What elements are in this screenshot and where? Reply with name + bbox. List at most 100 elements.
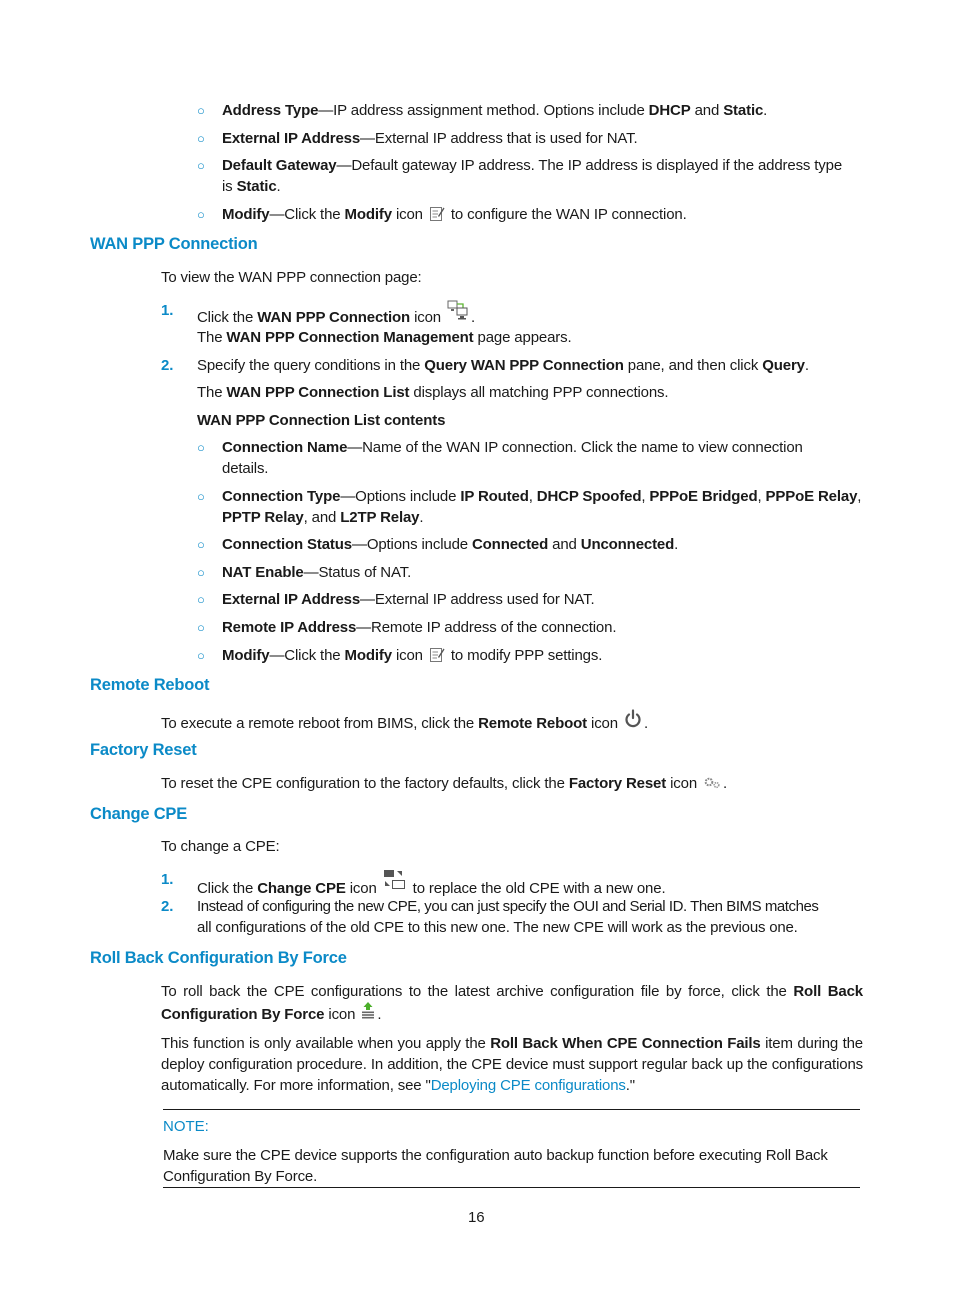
punct: .	[674, 536, 679, 553]
step-number: 2.	[161, 357, 174, 374]
punct: ,	[757, 488, 766, 505]
wan-ppp-list-title: WAN PPP Connection List contents	[197, 412, 446, 429]
desc: , and	[303, 509, 341, 526]
heading-factory-reset: Factory Reset	[90, 741, 197, 759]
term: WAN PPP Connection List	[226, 384, 410, 401]
factory-reset-text: To reset the CPE configuration to the fa…	[161, 773, 727, 795]
bullet-icon: ○	[197, 131, 205, 146]
term: Query WAN PPP Connection	[424, 357, 624, 374]
desc: to modify PPP settings.	[446, 647, 603, 664]
bullet-icon: ○	[197, 103, 205, 118]
desc: Name of the WAN IP connection. Click the…	[362, 439, 803, 456]
heading-wan-ppp-connection: WAN PPP Connection	[90, 235, 258, 253]
term: PPPoE Relay	[765, 488, 858, 505]
term: Connection Status	[222, 536, 352, 553]
punct: .	[804, 357, 809, 374]
deploying-cpe-configurations-link[interactable]: Deploying CPE configurations	[431, 1077, 626, 1094]
term: Connected	[471, 536, 549, 553]
wan-ppp-step-2: Specify the query conditions in the Quer…	[197, 355, 809, 376]
term: Default Gateway	[222, 157, 337, 174]
term: WAN PPP Connection Management	[226, 329, 474, 346]
desc: Default gateway IP address. The IP addre…	[351, 157, 843, 174]
desc: is	[222, 178, 237, 195]
desc: and	[690, 102, 724, 119]
roll-back-paragraph-1: To roll back the CPE configurations to t…	[161, 981, 863, 1026]
change-cpe-step-2: Instead of configuring the new CPE, you …	[197, 896, 819, 938]
text: Instead of configuring the new CPE, you …	[197, 898, 819, 915]
bullet-icon: ○	[197, 537, 205, 552]
term: IP Routed	[460, 488, 529, 505]
desc: details.	[222, 460, 269, 477]
term: NAT Enable	[222, 564, 304, 581]
bullet-icon: ○	[197, 565, 205, 580]
text: icon	[587, 715, 622, 732]
term: Connection Name	[222, 439, 348, 456]
step-number: 2.	[161, 898, 174, 915]
term-dhcp: DHCP	[648, 102, 691, 119]
change-cpe-intro: To change a CPE:	[161, 838, 280, 855]
wan-ppp-connection-icon	[447, 300, 469, 326]
term: L2TP Relay	[340, 509, 420, 526]
desc: Click the	[284, 647, 345, 664]
item-external-ip: External IP Address—External IP address …	[222, 591, 595, 608]
item-modify-ppp: Modify—Click the Modify icon to modify P…	[222, 645, 602, 669]
text: icon	[345, 880, 381, 897]
desc: Options include	[355, 488, 461, 505]
change-cpe-step-1: Click the Change CPE icon to replace the…	[197, 869, 666, 899]
text: This function is only available when you…	[161, 1035, 491, 1052]
text: to replace the old CPE with a new one.	[408, 880, 666, 897]
term: PPTP Relay	[222, 509, 304, 526]
term: Remote IP Address	[222, 619, 357, 636]
term: PPPoE Bridged	[649, 488, 758, 505]
term: External IP Address	[222, 591, 361, 608]
step-number: 1.	[161, 302, 174, 319]
bullet-icon: ○	[197, 620, 205, 635]
note-label: NOTE:	[163, 1118, 209, 1135]
punct: .	[763, 102, 768, 119]
power-icon	[624, 709, 642, 734]
modify-icon	[429, 205, 445, 228]
bullet-icon: ○	[197, 440, 205, 455]
bullet-item-address-type: ○	[197, 100, 205, 121]
punct: .	[276, 178, 281, 195]
text: To execute a remote reboot from BIMS, cl…	[161, 715, 479, 732]
heading-change-cpe: Change CPE	[90, 805, 188, 823]
desc: Status of NAT.	[318, 564, 412, 581]
desc: IP address assignment method. Options in…	[333, 102, 649, 119]
punct: .	[723, 775, 728, 792]
punct: ,	[857, 488, 862, 505]
term: Roll Back When CPE Connection Fails	[490, 1035, 761, 1052]
step-text: Click the	[197, 309, 258, 326]
desc: External IP address used for NAT.	[374, 591, 595, 608]
text: Specify the query conditions in the	[197, 357, 425, 374]
modify-icon	[429, 646, 445, 669]
term: External IP Address	[222, 130, 361, 147]
bullet-icon: ○	[197, 158, 205, 173]
bullet-icon: ○	[197, 207, 205, 222]
desc: and	[548, 536, 581, 553]
wan-ppp-step-2-result: The WAN PPP Connection List displays all…	[197, 382, 669, 403]
bullet-icon: ○	[197, 489, 205, 504]
remote-reboot-text: To execute a remote reboot from BIMS, cl…	[161, 709, 648, 734]
term: Change CPE	[257, 880, 346, 897]
term: Unconnected	[580, 536, 675, 553]
wan-ppp-intro: To view the WAN PPP connection page:	[161, 269, 422, 286]
text: page appears.	[473, 329, 572, 346]
term: Address Type	[222, 102, 319, 119]
punct: ,	[528, 488, 537, 505]
desc: Options include	[366, 536, 472, 553]
punct: .	[419, 509, 424, 526]
term-modify: Modify	[344, 206, 392, 223]
bullet-icon: ○	[197, 648, 205, 663]
note-bottom-rule	[163, 1187, 860, 1188]
term: Factory Reset	[568, 775, 667, 792]
term-static: Static	[723, 102, 764, 119]
punct: .	[377, 1006, 382, 1023]
desc: Remote IP address of the connection.	[371, 619, 617, 636]
text: pane, and then click	[623, 357, 763, 374]
item-nat-enable: NAT Enable—Status of NAT.	[222, 564, 412, 581]
term-static: Static	[236, 178, 277, 195]
text: all configurations of the old CPE to thi…	[197, 919, 798, 936]
text: Click the	[197, 880, 258, 897]
desc: icon	[391, 647, 427, 664]
